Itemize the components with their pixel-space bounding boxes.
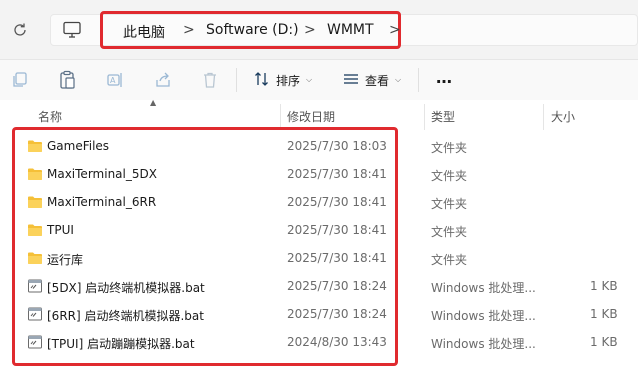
- chevron-down-icon: ⌵: [395, 75, 402, 84]
- toolbar-divider: [236, 68, 237, 92]
- delete-icon[interactable]: [199, 69, 221, 91]
- column-header-type[interactable]: 类型: [431, 108, 455, 125]
- breadcrumb-drive[interactable]: Software (D:): [206, 22, 299, 38]
- file-type: 文件夹: [431, 253, 468, 267]
- view-icon: [343, 71, 359, 90]
- file-type: 文件夹: [431, 225, 468, 239]
- share-icon[interactable]: [152, 69, 174, 91]
- sort-icon: [254, 71, 270, 90]
- paste-icon[interactable]: [56, 69, 78, 91]
- chevron-down-icon: ⌵: [306, 75, 313, 84]
- view-button[interactable]: 查看 ⌵: [343, 69, 401, 91]
- breadcrumb-separator[interactable]: >: [304, 22, 316, 38]
- column-divider[interactable]: [543, 104, 544, 130]
- file-type: 文件夹: [431, 141, 468, 155]
- sort-label: 排序: [276, 73, 301, 88]
- sort-button[interactable]: 排序 ⌵: [254, 69, 312, 91]
- file-type: 文件夹: [431, 169, 468, 183]
- file-size: 1 KB: [590, 307, 618, 321]
- toolbar-divider: [418, 68, 419, 92]
- breadcrumb-separator[interactable]: >: [183, 22, 195, 38]
- file-type: Windows 批处理...: [431, 309, 536, 323]
- breadcrumb-separator[interactable]: >: [389, 22, 401, 38]
- view-label: 查看: [365, 73, 390, 88]
- file-size: 1 KB: [590, 335, 618, 349]
- file-type: Windows 批处理...: [431, 337, 536, 351]
- refresh-icon[interactable]: [10, 20, 30, 40]
- file-type: 文件夹: [431, 197, 468, 211]
- file-size: 1 KB: [590, 279, 618, 293]
- rename-icon[interactable]: A: [104, 69, 126, 91]
- file-list-highlight: [12, 127, 398, 366]
- computer-icon[interactable]: [62, 21, 82, 39]
- column-header-size[interactable]: 大小: [551, 108, 575, 125]
- command-bar: A 排序 ⌵ 查看 ⌵ …: [0, 60, 638, 100]
- breadcrumb-folder[interactable]: WMMT: [327, 22, 374, 38]
- svg-text:A: A: [110, 76, 116, 85]
- copy-icon[interactable]: [9, 69, 31, 91]
- column-divider[interactable]: [424, 104, 425, 130]
- file-type: Windows 批处理...: [431, 281, 536, 295]
- sort-ascending-icon: ▲: [150, 98, 157, 107]
- breadcrumb-this-pc[interactable]: 此电脑: [123, 22, 165, 42]
- column-header-name[interactable]: 名称: [38, 108, 62, 125]
- more-options-button[interactable]: …: [436, 66, 452, 88]
- column-header-date[interactable]: 修改日期: [287, 108, 335, 125]
